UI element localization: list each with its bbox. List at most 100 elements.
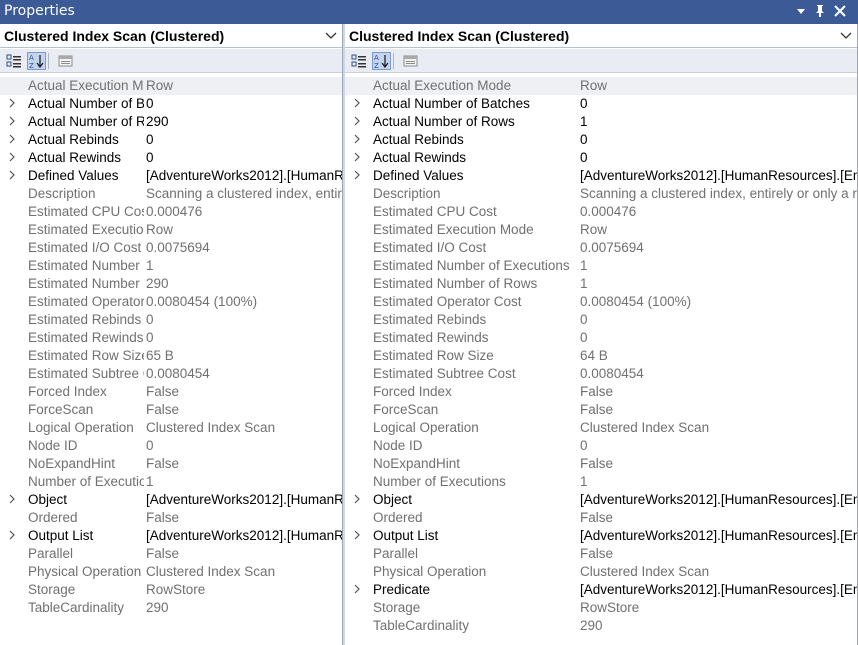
property-row-output-list[interactable]: Output List [AdventureWorks2012].[HumanRe… [0, 527, 342, 545]
property-value[interactable]: Clustered Index Scan [144, 419, 342, 437]
property-value[interactable]: 0 [144, 95, 342, 113]
chevron-right-icon[interactable] [8, 134, 16, 144]
chevron-right-icon[interactable] [353, 170, 361, 180]
property-value[interactable]: [AdventureWorks2012].[HumanResources].[E… [578, 167, 857, 185]
property-value[interactable]: 1 [578, 275, 857, 293]
property-row-estimated-row-size[interactable]: Estimated Row Size 65 B [0, 347, 342, 365]
property-value[interactable]: 0 [578, 329, 857, 347]
property-row-estimated-number-of-rows[interactable]: Estimated Number of Rows 1 [345, 275, 857, 293]
property-value[interactable]: 65 B [144, 347, 342, 365]
property-row-actual-number-of-batches[interactable]: Actual Number of Batches0 [0, 95, 342, 113]
object-selector-combo[interactable]: Clustered Index Scan (Clustered) [345, 24, 857, 48]
property-value[interactable]: 0 [578, 95, 857, 113]
chevron-right-icon[interactable] [353, 494, 361, 504]
property-value[interactable]: [AdventureWorks2012].[HumanResources].[E… [144, 527, 342, 545]
property-row-estimated-i-o-cost[interactable]: Estimated I/O Cost 0.0075694 [0, 239, 342, 257]
property-row-object[interactable]: Object [AdventureWorks2012].[HumanResourc… [345, 491, 857, 509]
chevron-right-icon[interactable] [8, 170, 16, 180]
alphabetical-button[interactable]: A Z [372, 52, 391, 70]
property-row-ordered[interactable]: Ordered False [345, 509, 857, 527]
property-value[interactable]: 290 [144, 113, 342, 131]
chevron-right-icon[interactable] [8, 98, 16, 108]
property-row-parallel[interactable]: Parallel False [345, 545, 857, 563]
property-row-node-id[interactable]: Node ID 0 [345, 437, 857, 455]
property-row-estimated-rebinds[interactable]: Estimated Rebinds 0 [0, 311, 342, 329]
property-row-actual-number-of-rows[interactable]: Actual Number of Rows 1 [345, 113, 857, 131]
property-row-actual-rewinds[interactable]: Actual Rewinds 0 [0, 149, 342, 167]
categorized-button[interactable] [350, 52, 369, 70]
property-value[interactable]: False [578, 401, 857, 419]
chevron-right-icon[interactable] [8, 116, 16, 126]
property-row-estimated-number-of-executions[interactable]: Estimated Number of Executions1 [0, 257, 342, 275]
property-value[interactable]: 1 [144, 473, 342, 491]
property-row-forced-index[interactable]: Forced Index False [0, 383, 342, 401]
chevron-right-icon[interactable] [8, 530, 16, 540]
property-row-actual-execution-mode[interactable]: Actual Execution ModeRow [345, 77, 857, 95]
property-row-physical-operation[interactable]: Physical Operation Clustered Index Scan [0, 563, 342, 581]
property-value[interactable]: RowStore [144, 581, 342, 599]
property-row-actual-number-of-batches[interactable]: Actual Number of Batches0 [345, 95, 857, 113]
property-value[interactable]: 0.0080454 [578, 365, 857, 383]
property-row-estimated-execution-mode[interactable]: Estimated Execution ModeRow [345, 221, 857, 239]
property-row-estimated-execution-mode[interactable]: Estimated Execution ModeRow [0, 221, 342, 239]
property-value[interactable]: 0.0075694 [144, 239, 342, 257]
property-value[interactable]: [AdventureWorks2012].[HumanResources].[E… [578, 581, 857, 599]
property-row-noexpandhint[interactable]: NoExpandHint False [0, 455, 342, 473]
property-pages-button[interactable] [56, 52, 75, 70]
property-value[interactable]: [AdventureWorks2012].[HumanResources].[E… [144, 491, 342, 509]
property-row-tablecardinality[interactable]: TableCardinality 290 [0, 599, 342, 617]
chevron-right-icon[interactable] [8, 152, 16, 162]
chevron-right-icon[interactable] [353, 116, 361, 126]
property-value[interactable]: Scanning a clustered index, entirely or … [578, 185, 857, 203]
property-value[interactable]: False [144, 401, 342, 419]
property-row-logical-operation[interactable]: Logical Operation Clustered Index Scan [0, 419, 342, 437]
property-row-forcescan[interactable]: ForceScan False [345, 401, 857, 419]
property-value[interactable]: Row [144, 221, 342, 239]
property-value[interactable]: 0 [578, 311, 857, 329]
property-value[interactable]: 0 [144, 311, 342, 329]
property-value[interactable]: [AdventureWorks2012].[HumanResources].[E… [578, 491, 857, 509]
property-value[interactable]: 0.000476 [144, 203, 342, 221]
chevron-right-icon[interactable] [353, 152, 361, 162]
property-row-logical-operation[interactable]: Logical Operation Clustered Index Scan [345, 419, 857, 437]
property-row-output-list[interactable]: Output List [AdventureWorks2012].[HumanRe… [345, 527, 857, 545]
property-row-predicate[interactable]: Predicate [AdventureWorks2012].[HumanReso… [345, 581, 857, 599]
property-value[interactable]: 290 [578, 617, 857, 635]
property-row-number-of-executions[interactable]: Number of Executions 1 [345, 473, 857, 491]
property-row-estimated-operator-cost[interactable]: Estimated Operator Cost 0.0080454 (100%) [345, 293, 857, 311]
alphabetical-button[interactable]: A Z [27, 52, 46, 70]
property-value[interactable]: 290 [144, 599, 342, 617]
property-row-actual-execution-mode[interactable]: Actual Execution ModeRow [0, 77, 342, 95]
property-value[interactable]: RowStore [578, 599, 857, 617]
property-row-actual-number-of-rows[interactable]: Actual Number of Rows290 [0, 113, 342, 131]
property-value[interactable]: Row [578, 221, 857, 239]
property-value[interactable]: False [578, 383, 857, 401]
property-value[interactable]: False [578, 455, 857, 473]
property-value[interactable]: 1 [578, 113, 857, 131]
window-menu-button[interactable] [793, 3, 809, 19]
auto-hide-button[interactable] [812, 3, 828, 19]
property-row-estimated-subtree-cost[interactable]: Estimated Subtree Cost0.0080454 [345, 365, 857, 383]
property-value[interactable]: 0 [144, 329, 342, 347]
property-row-ordered[interactable]: Ordered False [0, 509, 342, 527]
property-value[interactable]: 0.0080454 (100%) [144, 293, 342, 311]
property-row-estimated-subtree-cost[interactable]: Estimated Subtree Cost0.0080454 [0, 365, 342, 383]
property-row-actual-rebinds[interactable]: Actual Rebinds 0 [0, 131, 342, 149]
property-value[interactable]: False [578, 545, 857, 563]
property-value[interactable]: 64 B [578, 347, 857, 365]
property-value[interactable]: 0 [578, 437, 857, 455]
property-value[interactable]: 1 [578, 473, 857, 491]
property-row-defined-values[interactable]: Defined Values [AdventureWorks2012].[Huma… [345, 167, 857, 185]
property-value[interactable]: False [144, 509, 342, 527]
property-row-object[interactable]: Object [AdventureWorks2012].[HumanResourc… [0, 491, 342, 509]
property-row-storage[interactable]: Storage RowStore [345, 599, 857, 617]
property-row-noexpandhint[interactable]: NoExpandHint False [345, 455, 857, 473]
property-row-tablecardinality[interactable]: TableCardinality 290 [345, 617, 857, 635]
close-button[interactable] [832, 3, 848, 19]
property-value[interactable]: 0.0080454 (100%) [578, 293, 857, 311]
property-row-estimated-cpu-cost[interactable]: Estimated CPU Cost 0.000476 [0, 203, 342, 221]
property-row-estimated-cpu-cost[interactable]: Estimated CPU Cost 0.000476 [345, 203, 857, 221]
chevron-right-icon[interactable] [8, 494, 16, 504]
categorized-button[interactable] [5, 52, 24, 70]
property-row-estimated-number-of-rows[interactable]: Estimated Number of Rows290 [0, 275, 342, 293]
